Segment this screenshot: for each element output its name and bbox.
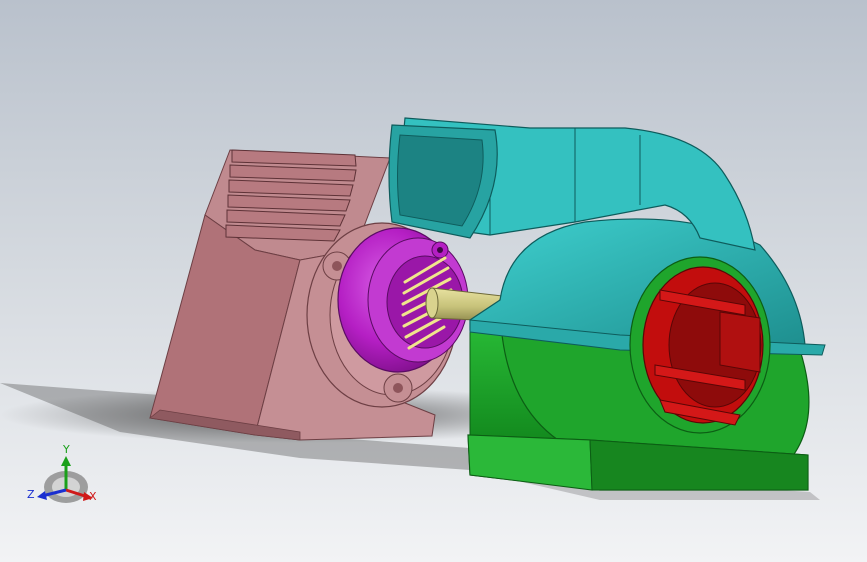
triad-y-label: Y <box>62 443 70 456</box>
triad-y-arrow <box>61 456 71 466</box>
graphics-viewport[interactable]: Y Z X <box>0 0 867 562</box>
impeller[interactable] <box>629 256 771 434</box>
model-scene[interactable]: Y Z X <box>0 0 867 562</box>
triad-x-label: X <box>89 490 97 503</box>
reference-triad: Y Z X <box>27 443 97 503</box>
triad-z-label: Z <box>27 488 35 501</box>
